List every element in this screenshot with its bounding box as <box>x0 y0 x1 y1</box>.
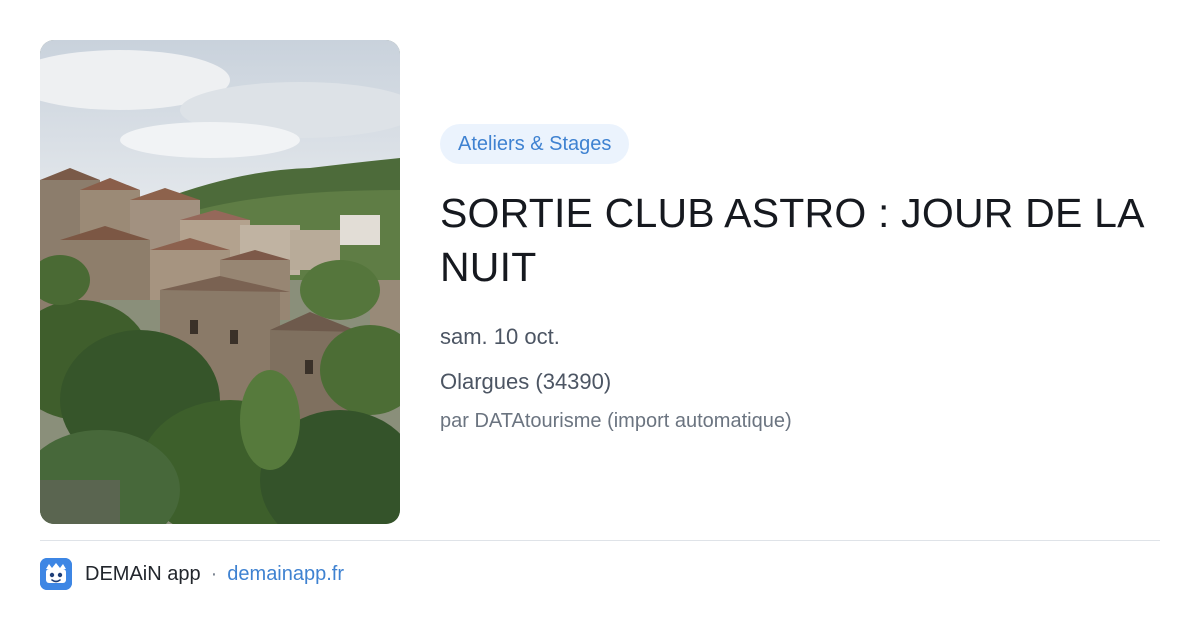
demain-logo-icon <box>40 558 72 590</box>
event-date: sam. 10 oct. <box>440 324 560 349</box>
category-tag[interactable]: Ateliers & Stages <box>440 124 630 164</box>
footer: DEMAiN app · demainapp.fr <box>40 558 344 590</box>
event-source: par DATAtourisme (import automatique) <box>440 410 792 432</box>
event-photo <box>40 40 400 524</box>
app-link[interactable]: demainapp.fr <box>227 563 344 586</box>
event-location: Olargues (34390) <box>440 369 612 394</box>
event-details: Ateliers & Stages SORTIE CLUB ASTRO : JO… <box>440 124 1170 435</box>
event-share-card: Ateliers & Stages SORTIE CLUB ASTRO : JO… <box>0 0 1200 630</box>
app-name: DEMAiN app <box>85 562 201 585</box>
event-title: SORTIE CLUB ASTRO : JOUR DE LA NUIT <box>440 190 1143 290</box>
footer-divider <box>40 540 1160 541</box>
footer-separator: · <box>210 562 218 585</box>
